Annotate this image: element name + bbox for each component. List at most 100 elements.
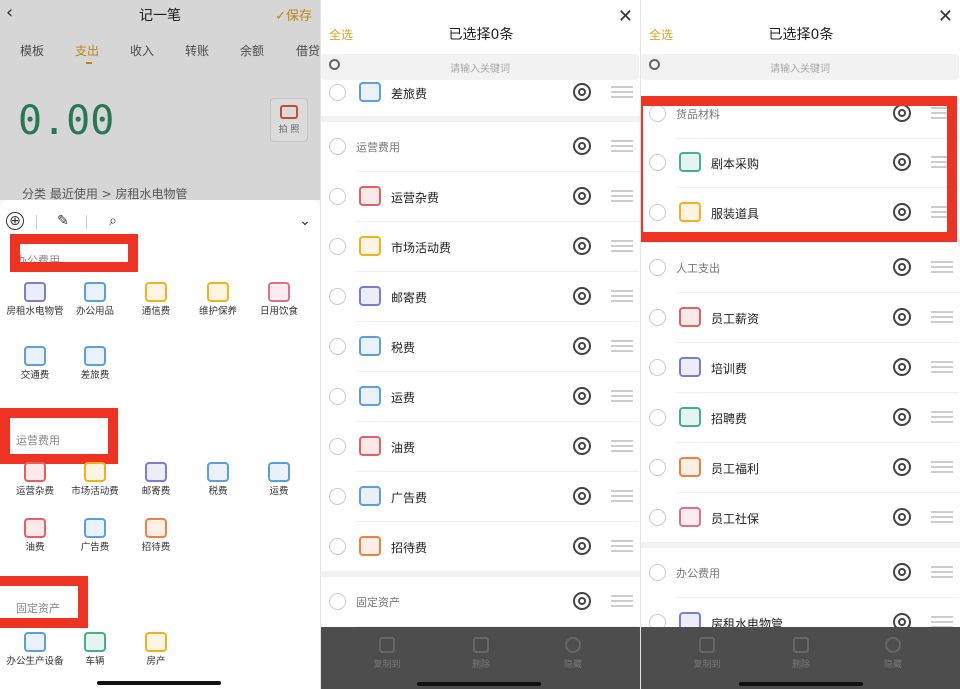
select-checkbox[interactable] bbox=[649, 509, 666, 526]
hide-button[interactable]: 隐藏 bbox=[543, 635, 603, 670]
camera-button[interactable]: 拍 照 bbox=[270, 98, 308, 142]
category-item[interactable]: 维护保养 bbox=[188, 282, 248, 318]
settings-icon[interactable] bbox=[573, 237, 591, 255]
settings-icon[interactable] bbox=[893, 104, 911, 122]
drag-handle-icon[interactable] bbox=[931, 411, 953, 423]
drag-handle-icon[interactable] bbox=[611, 86, 633, 98]
drag-handle-icon[interactable] bbox=[931, 107, 953, 119]
drag-handle-icon[interactable] bbox=[611, 390, 633, 402]
group-header-row[interactable]: 运营费用 bbox=[321, 122, 639, 172]
category-row[interactable]: 油费 bbox=[321, 422, 639, 472]
select-checkbox[interactable] bbox=[649, 359, 666, 376]
select-checkbox[interactable] bbox=[329, 338, 346, 355]
settings-icon[interactable] bbox=[573, 187, 591, 205]
copy-to-button[interactable]: 复制到 bbox=[677, 635, 737, 670]
select-checkbox[interactable] bbox=[649, 564, 666, 581]
category-row[interactable]: 招待费 bbox=[321, 522, 639, 572]
drag-handle-icon[interactable] bbox=[611, 290, 633, 302]
tab-balance[interactable]: 余额 bbox=[240, 42, 264, 59]
settings-icon[interactable] bbox=[893, 458, 911, 476]
drag-handle-icon[interactable] bbox=[611, 490, 633, 502]
collapse-icon[interactable]: ⌄ bbox=[296, 212, 314, 230]
settings-icon[interactable] bbox=[893, 408, 911, 426]
category-item[interactable]: 招待费 bbox=[126, 518, 186, 554]
category-item[interactable]: 房租水电物管 bbox=[5, 282, 65, 318]
tab-transfer[interactable]: 转账 bbox=[185, 42, 209, 59]
settings-icon[interactable] bbox=[893, 563, 911, 581]
settings-icon[interactable] bbox=[893, 508, 911, 526]
category-item[interactable]: 税费 bbox=[188, 462, 248, 498]
drag-handle-icon[interactable] bbox=[931, 511, 953, 523]
select-checkbox[interactable] bbox=[649, 259, 666, 276]
group-header-row[interactable]: 人工支出 bbox=[641, 243, 959, 293]
select-checkbox[interactable] bbox=[329, 438, 346, 455]
settings-icon[interactable] bbox=[573, 437, 591, 455]
settings-icon[interactable] bbox=[893, 153, 911, 171]
drag-handle-icon[interactable] bbox=[931, 311, 953, 323]
copy-to-button[interactable]: 复制到 bbox=[357, 635, 417, 670]
select-checkbox[interactable] bbox=[329, 288, 346, 305]
select-checkbox[interactable] bbox=[649, 309, 666, 326]
settings-icon[interactable] bbox=[573, 83, 591, 101]
select-checkbox[interactable] bbox=[329, 84, 346, 101]
add-icon[interactable]: ⊕ bbox=[6, 212, 24, 230]
edit-icon[interactable]: ✎ bbox=[54, 212, 72, 230]
amount-display[interactable]: 0.00 bbox=[18, 98, 114, 144]
hide-button[interactable]: 隐藏 bbox=[863, 635, 923, 670]
drag-handle-icon[interactable] bbox=[611, 595, 633, 607]
group-header-row[interactable]: 办公费用 bbox=[641, 548, 959, 598]
group-header-row[interactable]: 固定资产 bbox=[321, 577, 639, 627]
category-row[interactable]: 运费 bbox=[321, 372, 639, 422]
category-row[interactable]: 招聘费 bbox=[641, 393, 959, 443]
category-item[interactable]: 市场活动费 bbox=[65, 462, 125, 498]
drag-handle-icon[interactable] bbox=[611, 240, 633, 252]
settings-icon[interactable] bbox=[573, 287, 591, 305]
category-row[interactable]: 广告费 bbox=[321, 472, 639, 522]
drag-handle-icon[interactable] bbox=[931, 156, 953, 168]
select-checkbox[interactable] bbox=[329, 593, 346, 610]
tab-expense[interactable]: 支出 bbox=[75, 42, 99, 59]
category-item[interactable]: 日用饮食 bbox=[249, 282, 309, 318]
select-checkbox[interactable] bbox=[649, 204, 666, 221]
category-row[interactable]: 邮寄费 bbox=[321, 272, 639, 322]
drag-handle-icon[interactable] bbox=[931, 206, 953, 218]
category-item[interactable]: 油费 bbox=[5, 518, 65, 554]
category-item[interactable]: 房产 bbox=[126, 632, 186, 668]
settings-icon[interactable] bbox=[573, 537, 591, 555]
drag-handle-icon[interactable] bbox=[931, 261, 953, 273]
category-row[interactable]: 剧本采购 bbox=[641, 138, 959, 188]
category-row[interactable]: 培训费 bbox=[641, 343, 959, 393]
drag-handle-icon[interactable] bbox=[611, 440, 633, 452]
select-checkbox[interactable] bbox=[329, 488, 346, 505]
select-checkbox[interactable] bbox=[649, 154, 666, 171]
drag-handle-icon[interactable] bbox=[611, 140, 633, 152]
delete-button[interactable]: 删除 bbox=[451, 635, 511, 670]
tab-template[interactable]: 模板 bbox=[20, 42, 44, 59]
settings-icon[interactable] bbox=[893, 358, 911, 376]
category-item[interactable]: 交通费 bbox=[5, 346, 65, 382]
drag-handle-icon[interactable] bbox=[611, 340, 633, 352]
tab-income[interactable]: 收入 bbox=[130, 42, 154, 59]
select-checkbox[interactable] bbox=[649, 409, 666, 426]
category-row[interactable]: 员工社保 bbox=[641, 493, 959, 543]
select-checkbox[interactable] bbox=[329, 388, 346, 405]
select-checkbox[interactable] bbox=[329, 188, 346, 205]
select-checkbox[interactable] bbox=[649, 459, 666, 476]
settings-icon[interactable] bbox=[893, 258, 911, 276]
select-checkbox[interactable] bbox=[329, 538, 346, 555]
category-item[interactable]: 运费 bbox=[249, 462, 309, 498]
group-header-row[interactable]: 货品材料 bbox=[641, 89, 959, 139]
select-checkbox[interactable] bbox=[649, 105, 666, 122]
settings-icon[interactable] bbox=[573, 487, 591, 505]
close-icon[interactable]: ✕ bbox=[618, 6, 633, 27]
settings-icon[interactable] bbox=[573, 137, 591, 155]
category-row[interactable]: 差旅费 bbox=[321, 68, 639, 118]
delete-button[interactable]: 删除 bbox=[771, 635, 831, 670]
close-icon[interactable]: ✕ bbox=[938, 6, 953, 27]
drag-handle-icon[interactable] bbox=[611, 540, 633, 552]
settings-icon[interactable] bbox=[573, 592, 591, 610]
category-row[interactable]: 员工薪资 bbox=[641, 293, 959, 343]
drag-handle-icon[interactable] bbox=[931, 461, 953, 473]
category-item[interactable]: 办公用品 bbox=[65, 282, 125, 318]
drag-handle-icon[interactable] bbox=[931, 566, 953, 578]
